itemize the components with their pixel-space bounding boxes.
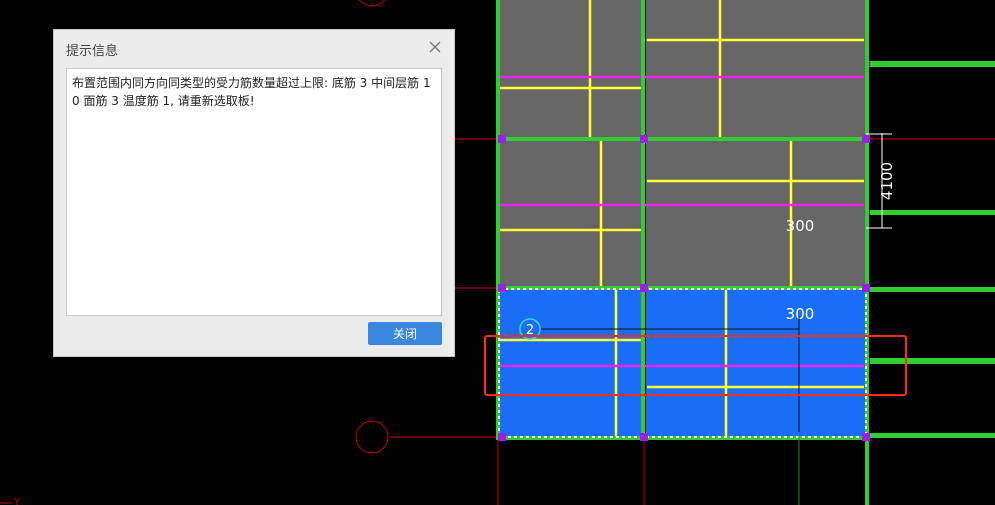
alert-dialog: 提示信息 布置范围内同方向同类型的受力筋数量超过上限: 底筋 3 中间层筋 10… [53, 29, 455, 357]
close-button[interactable]: 关闭 [368, 322, 442, 345]
slab-panel[interactable] [646, 0, 865, 137]
slab-panel-selected[interactable] [646, 290, 865, 436]
close-icon[interactable] [426, 38, 444, 56]
axis-bubble-circle-top [358, 0, 386, 7]
slab-panel[interactable] [646, 141, 865, 287]
dim-upper-label: 300 [786, 217, 815, 235]
dialog-title: 提示信息 [66, 44, 119, 59]
slab-panel[interactable] [499, 0, 641, 137]
dialog-message: 布置范围内同方向同类型的受力筋数量超过上限: 底筋 3 中间层筋 10 面筋 3… [66, 68, 442, 316]
axis-bubble-circle [355, 420, 389, 454]
beam-lines-right [870, 61, 995, 438]
ucs-axis-label: Y [13, 497, 21, 505]
close-icon-glyph [429, 41, 441, 53]
slab-panel-selected[interactable] [499, 290, 641, 436]
slab-panel[interactable] [499, 141, 641, 287]
dim-lower-label: 300 [786, 305, 815, 323]
dim-vertical-label: 4100 [878, 162, 896, 200]
